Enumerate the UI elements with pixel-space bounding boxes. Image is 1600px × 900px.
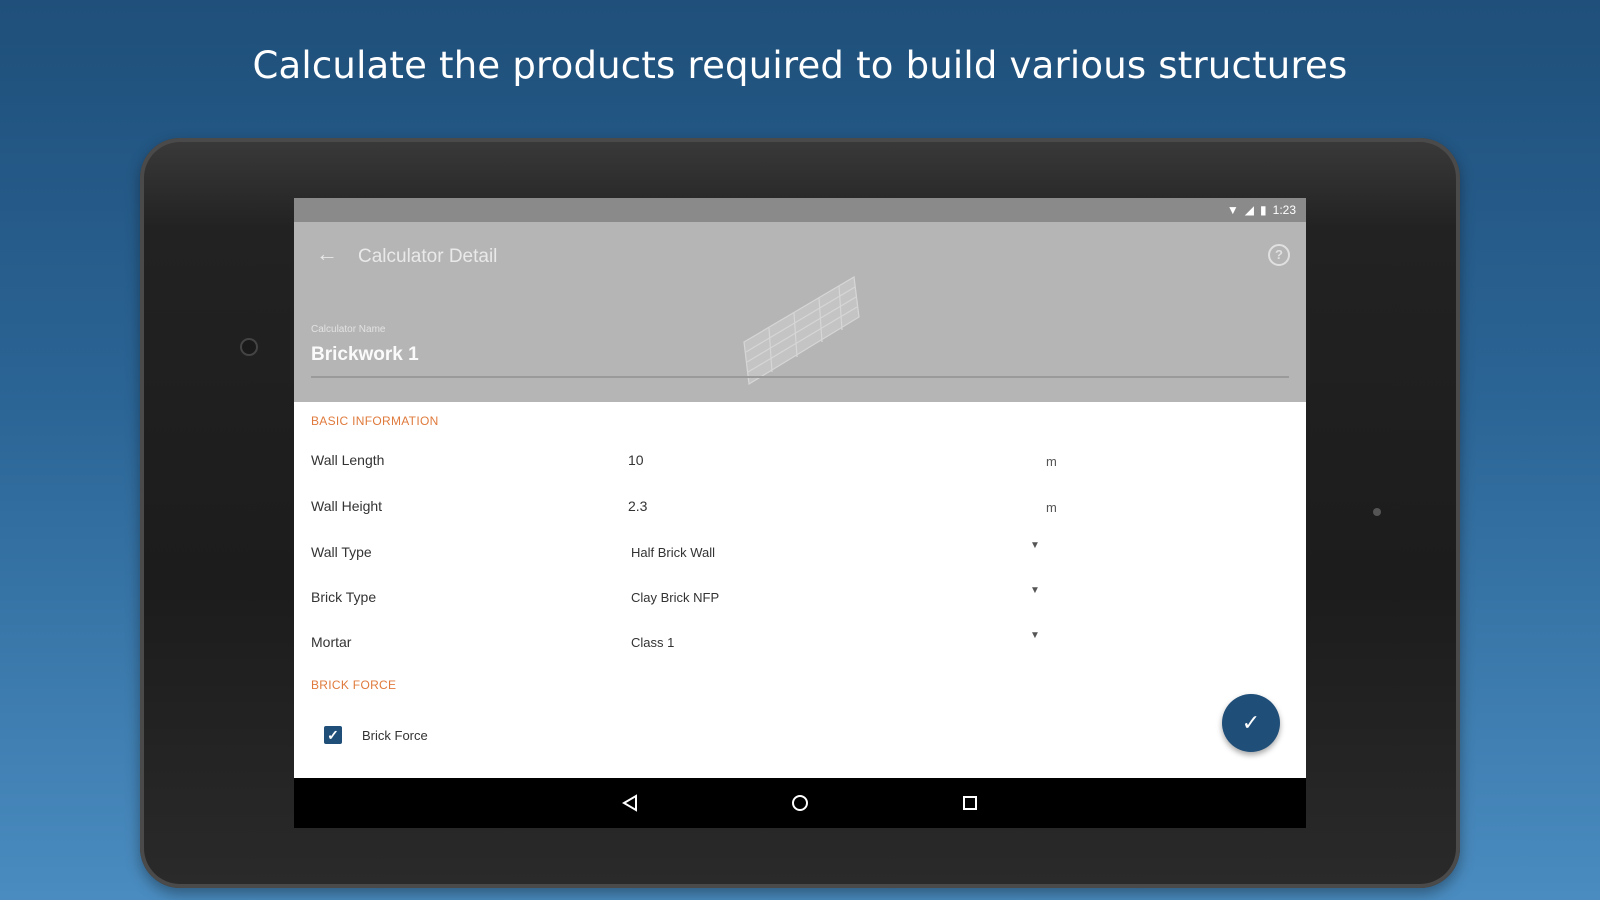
section-brick-force: BRICK FORCE [311, 678, 397, 692]
status-time: 1:23 [1272, 203, 1296, 217]
nav-home-icon[interactable] [780, 788, 820, 818]
brick-type-label: Brick Type [311, 589, 377, 605]
calculator-name-underline [311, 376, 1289, 378]
help-icon[interactable]: ? [1268, 244, 1290, 266]
brick-wall-illustration [743, 276, 860, 385]
mortar-dropdown-icon[interactable]: ▼ [1030, 630, 1040, 641]
check-icon: ✓ [1241, 710, 1261, 735]
wall-type-label: Wall Type [311, 544, 372, 560]
sensor-icon [1373, 508, 1381, 516]
calculator-name-caption: Calculator Name [311, 324, 386, 335]
wifi-icon: ▼ [1226, 203, 1239, 217]
battery-icon: ▮ [1260, 203, 1267, 217]
wall-height-unit: m [1046, 500, 1057, 515]
app-bar: ← Calculator Detail ? Calculator Name Br… [294, 222, 1306, 402]
calculator-name-field[interactable]: Brickwork 1 [311, 344, 419, 366]
wall-height-input[interactable]: 2.3 [628, 498, 647, 514]
nav-recents-icon[interactable] [950, 788, 990, 818]
back-arrow-icon[interactable]: ← [316, 242, 340, 266]
android-nav-bar [294, 778, 1306, 828]
brick-type-select[interactable]: Clay Brick NFP [631, 590, 719, 605]
nav-back-icon[interactable] [610, 788, 650, 818]
wall-type-select[interactable]: Half Brick Wall [631, 545, 715, 560]
camera-icon [240, 338, 258, 356]
signal-icon: ◢ [1244, 203, 1255, 217]
wall-length-label: Wall Length [311, 452, 385, 468]
wall-height-label: Wall Height [311, 498, 383, 514]
wall-length-unit: m [1046, 454, 1057, 469]
brick-force-label: Brick Force [362, 728, 428, 743]
section-basic-information: BASIC INFORMATION [311, 414, 439, 428]
mortar-label: Mortar [311, 634, 352, 650]
headline: Calculate the products required to build… [252, 44, 1348, 87]
confirm-fab-button[interactable]: ✓ [1222, 694, 1280, 752]
brick-force-checkbox[interactable]: ✓ [324, 726, 342, 744]
wall-length-input[interactable]: 10 [628, 452, 644, 468]
status-bar: ▼ ◢ ▮ 1:23 [294, 198, 1306, 222]
page-title: Calculator Detail [358, 246, 498, 267]
device-screen: ▼ ◢ ▮ 1:23 ← Calculator Detail ? Calcula… [294, 198, 1306, 828]
mortar-select[interactable]: Class 1 [631, 635, 674, 650]
brick-type-dropdown-icon[interactable]: ▼ [1030, 585, 1040, 596]
wall-type-dropdown-icon[interactable]: ▼ [1030, 540, 1040, 551]
